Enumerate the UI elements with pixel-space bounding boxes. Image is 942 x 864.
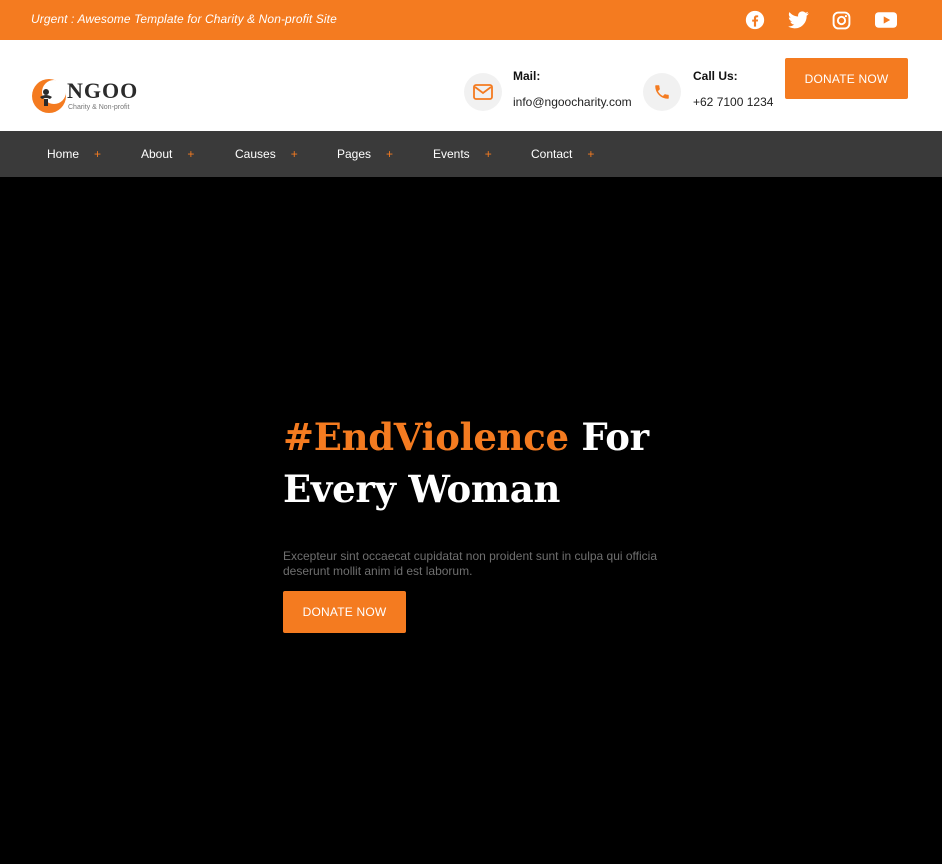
nav-item-label: Home [47,147,80,161]
youtube-icon[interactable] [873,0,899,40]
nav-item-pages[interactable]: Pages + [337,131,393,177]
top-bar: Urgent : Awesome Template for Charity & … [0,0,942,40]
twitter-icon[interactable] [785,0,811,40]
nav-item-events[interactable]: Events + [433,131,492,177]
brand-name: NGOO [67,78,139,103]
header-donate-button[interactable]: DONATE NOW [785,58,908,99]
facebook-icon[interactable] [742,0,768,40]
nav-item-contact[interactable]: Contact + [531,131,594,177]
nav-item-label: Contact [531,147,573,161]
expand-icon: + [187,147,195,161]
main-nav: Home + About + Causes + Pages + Events +… [0,131,942,177]
nav-item-label: Events [433,147,470,161]
phone-icon [643,73,681,111]
nav-item-about[interactable]: About + [141,131,194,177]
expand-icon: + [386,147,394,161]
mail-address[interactable]: info@ngoocharity.com [513,95,632,109]
nav-item-label: Pages [337,147,372,161]
nav-item-label: About [141,147,173,161]
phone-number[interactable]: +62 7100 1234 [693,95,773,109]
nav-item-label: Causes [235,147,276,161]
mail-label: Mail: [513,69,541,83]
nav-item-causes[interactable]: Causes + [235,131,298,177]
hero-title: #EndViolence For Every Woman [283,411,703,515]
hero-title-accent: #EndViolence [283,415,569,459]
hero-title-rest: For [568,415,649,459]
call-label: Call Us: [693,69,738,83]
hero-section: #EndViolence For Every Woman Excepteur s… [0,177,942,864]
expand-icon: + [290,147,298,161]
site-header: NGOO Charity & Non-profit Mail: info@ngo… [0,40,942,131]
logo-mark-icon [32,79,66,113]
expand-icon: + [484,147,492,161]
expand-icon: + [587,147,595,161]
hero-donate-button[interactable]: DONATE NOW [283,591,406,633]
site-logo[interactable]: NGOO Charity & Non-profit [31,78,151,118]
mail-icon [464,73,502,111]
expand-icon: + [94,147,102,161]
hero-title-line-2: Every Woman [283,467,561,511]
instagram-icon[interactable] [828,0,854,40]
nav-item-home[interactable]: Home + [47,131,101,177]
urgent-notice: Urgent : Awesome Template for Charity & … [31,12,337,26]
brand-tagline: Charity & Non-profit [68,104,130,111]
hero-description: Excepteur sint occaecat cupidatat non pr… [283,549,658,578]
